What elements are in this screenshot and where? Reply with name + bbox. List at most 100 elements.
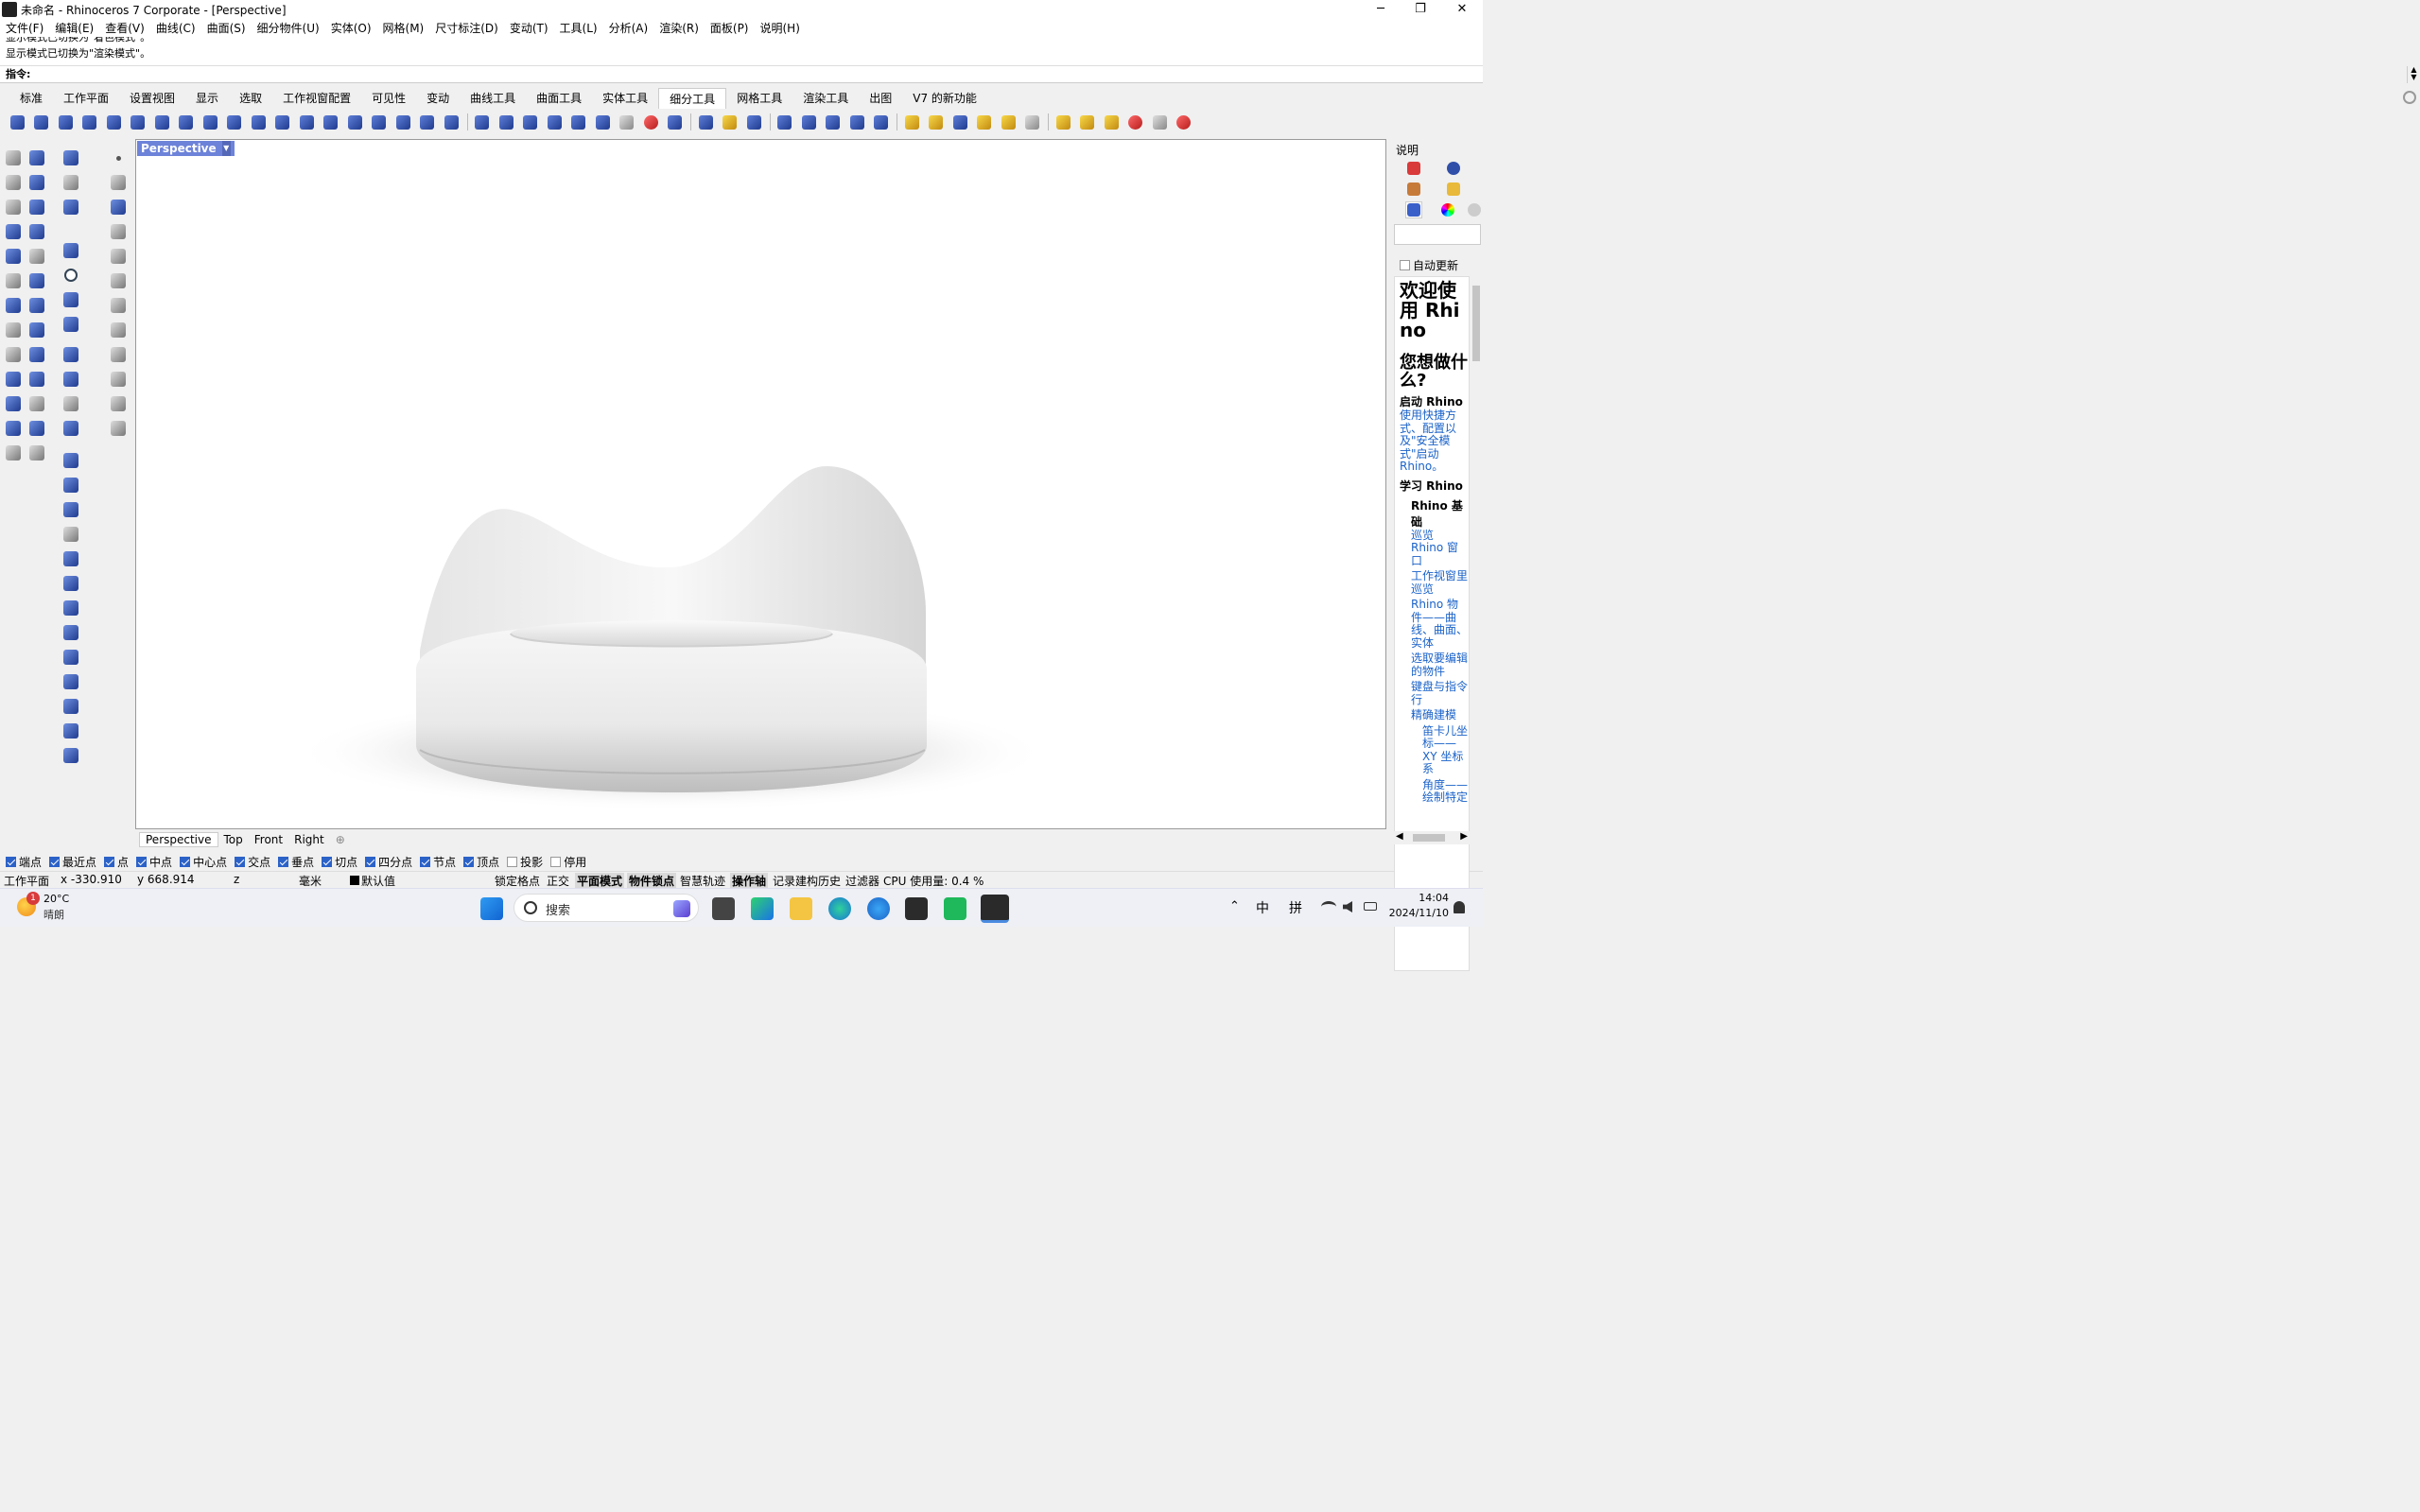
taskbar-search[interactable]: 搜索 bbox=[514, 894, 699, 922]
weather-temp[interactable]: 20°C bbox=[44, 893, 69, 905]
tab-select[interactable]: 选取 bbox=[229, 88, 272, 109]
subd-box-icon[interactable] bbox=[6, 112, 28, 132]
filter-toggle[interactable]: 过滤器 bbox=[845, 873, 879, 889]
tab-solid-tools[interactable]: 实体工具 bbox=[592, 88, 658, 109]
subd-weld-icon[interactable] bbox=[440, 112, 462, 132]
subd-notes-icon[interactable] bbox=[1021, 112, 1044, 132]
help-link[interactable]: 巡览 Rhino 窗口 bbox=[1411, 529, 1469, 568]
subd-truncated-cone-icon[interactable] bbox=[78, 112, 101, 132]
subd-pull-icon[interactable] bbox=[925, 112, 948, 132]
help-link[interactable]: 精确建模 bbox=[1411, 708, 1469, 722]
menu-subd[interactable]: 细分物件(U) bbox=[252, 20, 325, 36]
checkbox-icon[interactable] bbox=[6, 856, 16, 867]
menu-file[interactable]: 文件(F) bbox=[0, 20, 49, 36]
notification-bell-icon[interactable] bbox=[1454, 901, 1465, 913]
tab-new-in-v7[interactable]: V7 的新功能 bbox=[902, 88, 987, 109]
grid-snap-toggle[interactable]: 锁定格点 bbox=[495, 873, 540, 889]
menu-edit[interactable]: 编辑(E) bbox=[49, 20, 99, 36]
stairs-icon[interactable] bbox=[1, 416, 26, 441]
rhino-taskbar-icon[interactable] bbox=[981, 895, 1009, 923]
subd-offset-icon[interactable] bbox=[368, 112, 391, 132]
checkbox-icon[interactable] bbox=[104, 856, 115, 867]
add-viewport-tab-icon[interactable]: ⊕ bbox=[330, 833, 351, 846]
status-layer[interactable]: 默认值 bbox=[361, 873, 395, 889]
osnap-intersection[interactable]: 交点 bbox=[235, 854, 270, 870]
control-points-icon[interactable] bbox=[106, 170, 131, 195]
subd-cube-icon[interactable] bbox=[900, 112, 923, 132]
trim-icon[interactable] bbox=[25, 269, 49, 293]
edit-curve-icon[interactable] bbox=[106, 219, 131, 244]
help-horizontal-scrollbar[interactable]: ◀ ▶ bbox=[1394, 831, 1470, 844]
tab-render-tools[interactable]: 渲染工具 bbox=[792, 88, 859, 109]
scroll-thumb[interactable] bbox=[1472, 286, 1480, 361]
file-explorer-icon[interactable] bbox=[790, 897, 812, 920]
solid-extract-icon[interactable] bbox=[59, 497, 83, 522]
rebuild-icon[interactable] bbox=[106, 293, 131, 318]
extrude-icon[interactable] bbox=[59, 146, 83, 170]
help-link[interactable]: Rhino 物件——曲线、曲面、实体 bbox=[1411, 598, 1469, 650]
cylinder-icon[interactable] bbox=[1, 244, 26, 269]
curve-icon[interactable] bbox=[1, 195, 26, 219]
scroll-right-icon[interactable]: ▶ bbox=[1460, 831, 1468, 842]
cloud-icon[interactable] bbox=[106, 391, 131, 416]
minimize-button[interactable]: ─ bbox=[1360, 0, 1402, 19]
eraser-icon[interactable] bbox=[25, 146, 49, 170]
osnap-point[interactable]: 点 bbox=[104, 854, 129, 870]
history-toggle[interactable]: 记录建构历史 bbox=[773, 873, 841, 889]
scatter-icon[interactable] bbox=[106, 367, 131, 391]
subd-smooth-icon[interactable] bbox=[694, 112, 717, 132]
solid-box-icon[interactable] bbox=[59, 448, 83, 473]
cylinder-solid-icon[interactable] bbox=[25, 219, 49, 244]
wifi-icon[interactable] bbox=[1321, 901, 1336, 912]
subd-brush-icon[interactable] bbox=[997, 112, 1019, 132]
solid-fillet-icon[interactable] bbox=[59, 620, 83, 645]
tab-display[interactable]: 显示 bbox=[185, 88, 229, 109]
subd-delete-icon[interactable] bbox=[639, 112, 662, 132]
help-search-input[interactable] bbox=[1394, 224, 1481, 245]
extract-points-icon[interactable] bbox=[106, 416, 131, 441]
ime-mode[interactable]: 拼 bbox=[1289, 898, 1302, 917]
help-vertical-scrollbar[interactable] bbox=[1470, 276, 1483, 826]
subd-torus-icon[interactable] bbox=[150, 112, 173, 132]
task-view-icon[interactable] bbox=[712, 897, 735, 920]
solid-edge-icon[interactable] bbox=[59, 596, 83, 620]
subd-slide-icon[interactable] bbox=[543, 112, 566, 132]
boolean-intersect-icon[interactable] bbox=[59, 391, 83, 416]
subd-tube-icon[interactable] bbox=[102, 112, 125, 132]
tab-surface-tools[interactable]: 曲面工具 bbox=[526, 88, 592, 109]
solid-shell-icon[interactable] bbox=[59, 547, 83, 571]
checkbox-icon[interactable] bbox=[365, 856, 376, 867]
subd-plane-icon[interactable] bbox=[199, 112, 221, 132]
flow-icon[interactable] bbox=[59, 195, 83, 219]
help-link[interactable]: 键盘与指令行 bbox=[1411, 680, 1469, 706]
subd-cup-icon[interactable] bbox=[616, 112, 638, 132]
subd-sphere-icon[interactable] bbox=[127, 112, 149, 132]
clock-time[interactable]: 14:04 bbox=[1392, 892, 1449, 904]
gear-icon[interactable] bbox=[2403, 91, 2416, 104]
subd-cone-icon[interactable] bbox=[54, 112, 77, 132]
menu-dimension[interactable]: 尺寸标注(D) bbox=[429, 20, 504, 36]
analyze-curvature-icon[interactable] bbox=[1100, 112, 1123, 132]
layer-icon[interactable] bbox=[1, 170, 26, 195]
menu-analyze[interactable]: 分析(A) bbox=[603, 20, 654, 36]
subd-stitch-icon[interactable] bbox=[664, 112, 687, 132]
offset-icon[interactable] bbox=[25, 293, 49, 318]
point-icon[interactable] bbox=[106, 146, 131, 170]
osnap-vertex[interactable]: 顶点 bbox=[463, 854, 499, 870]
properties-icon[interactable] bbox=[1405, 160, 1422, 177]
ime-lang[interactable]: 中 bbox=[1256, 898, 1269, 917]
subd-cylinder-icon[interactable] bbox=[30, 112, 53, 132]
help-link[interactable]: 角度——绘制特定 bbox=[1422, 778, 1469, 805]
points-grid-icon[interactable] bbox=[106, 195, 131, 219]
subd-align-icon[interactable] bbox=[742, 112, 765, 132]
clock-date[interactable]: 2024/11/10 bbox=[1381, 907, 1449, 919]
subd-symmetry-icon[interactable] bbox=[471, 112, 494, 132]
analyze-zebra-icon[interactable] bbox=[1052, 112, 1074, 132]
help-link[interactable]: 工作视窗里巡览 bbox=[1411, 569, 1469, 596]
checkbox-icon[interactable] bbox=[322, 856, 333, 867]
move-icon[interactable] bbox=[1, 367, 26, 391]
checkbox-icon[interactable] bbox=[180, 856, 191, 867]
tab-set-view[interactable]: 设置视图 bbox=[119, 88, 185, 109]
smarttrack-toggle[interactable]: 智慧轨迹 bbox=[680, 873, 725, 889]
checkbox-icon[interactable] bbox=[420, 856, 431, 867]
